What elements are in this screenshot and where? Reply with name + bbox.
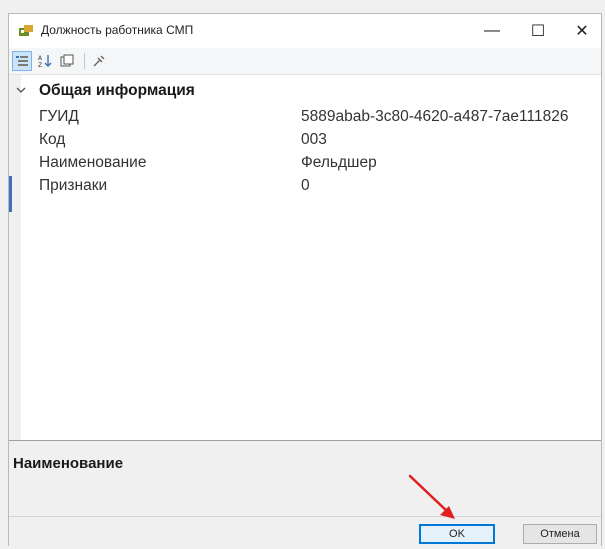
chevron-down-icon[interactable]	[15, 84, 27, 96]
categorized-view-button[interactable]	[12, 51, 32, 71]
property-row-code[interactable]: Код 003	[23, 131, 601, 151]
svg-text:Z: Z	[38, 62, 42, 68]
categorized-view-icon	[16, 56, 28, 66]
property-value[interactable]: 5889abab-3c80-4620-a487-7ae111826	[301, 108, 568, 126]
property-name: Код	[39, 131, 66, 148]
app-icon	[19, 25, 33, 36]
property-value[interactable]: 003	[301, 131, 327, 149]
property-pages-button[interactable]	[57, 51, 77, 71]
property-name: Наименование	[39, 154, 147, 171]
property-row-guid[interactable]: ГУИД 5889abab-3c80-4620-a487-7ae111826	[23, 108, 601, 128]
maximize-button[interactable]: ☐	[515, 14, 561, 48]
category-header[interactable]: Общая информация	[9, 82, 601, 102]
property-pages-icon	[60, 54, 74, 67]
property-grid: Общая информация ГУИД 5889abab-3c80-4620…	[9, 75, 601, 440]
title-bar[interactable]: Должность работника СМП — ☐ ✕	[9, 14, 601, 48]
property-value[interactable]: Фельдшер	[301, 154, 377, 172]
dialog-footer: OK Отмена	[9, 516, 601, 548]
ok-button[interactable]: OK	[419, 524, 495, 544]
toolbar-separator	[84, 53, 85, 69]
property-toolbar: A Z	[9, 48, 601, 75]
close-button[interactable]: ✕	[559, 14, 605, 48]
property-name: ГУИД	[39, 108, 79, 125]
property-row-name[interactable]: Наименование Фельдшер	[23, 154, 601, 174]
grid-gutter	[9, 75, 21, 440]
dialog-window: Должность работника СМП — ☐ ✕ A Z Общая …	[8, 13, 602, 548]
settings-button[interactable]	[89, 51, 109, 71]
settings-icon	[93, 55, 105, 67]
alphabetical-sort-icon: A Z	[38, 55, 52, 68]
cancel-button[interactable]: Отмена	[523, 524, 597, 544]
property-row-flags[interactable]: Признаки 0	[23, 177, 601, 197]
description-title: Наименование	[13, 455, 124, 472]
property-name: Признаки	[39, 177, 108, 194]
alphabetical-sort-button[interactable]: A Z	[35, 51, 55, 71]
svg-text:A: A	[38, 55, 43, 62]
window-title: Должность работника СМП	[41, 23, 194, 37]
description-panel: Наименование	[9, 440, 601, 517]
property-value[interactable]: 0	[301, 177, 310, 195]
minimize-button[interactable]: —	[469, 14, 515, 48]
category-label: Общая информация	[39, 82, 195, 99]
row-selection-marker	[9, 176, 12, 212]
